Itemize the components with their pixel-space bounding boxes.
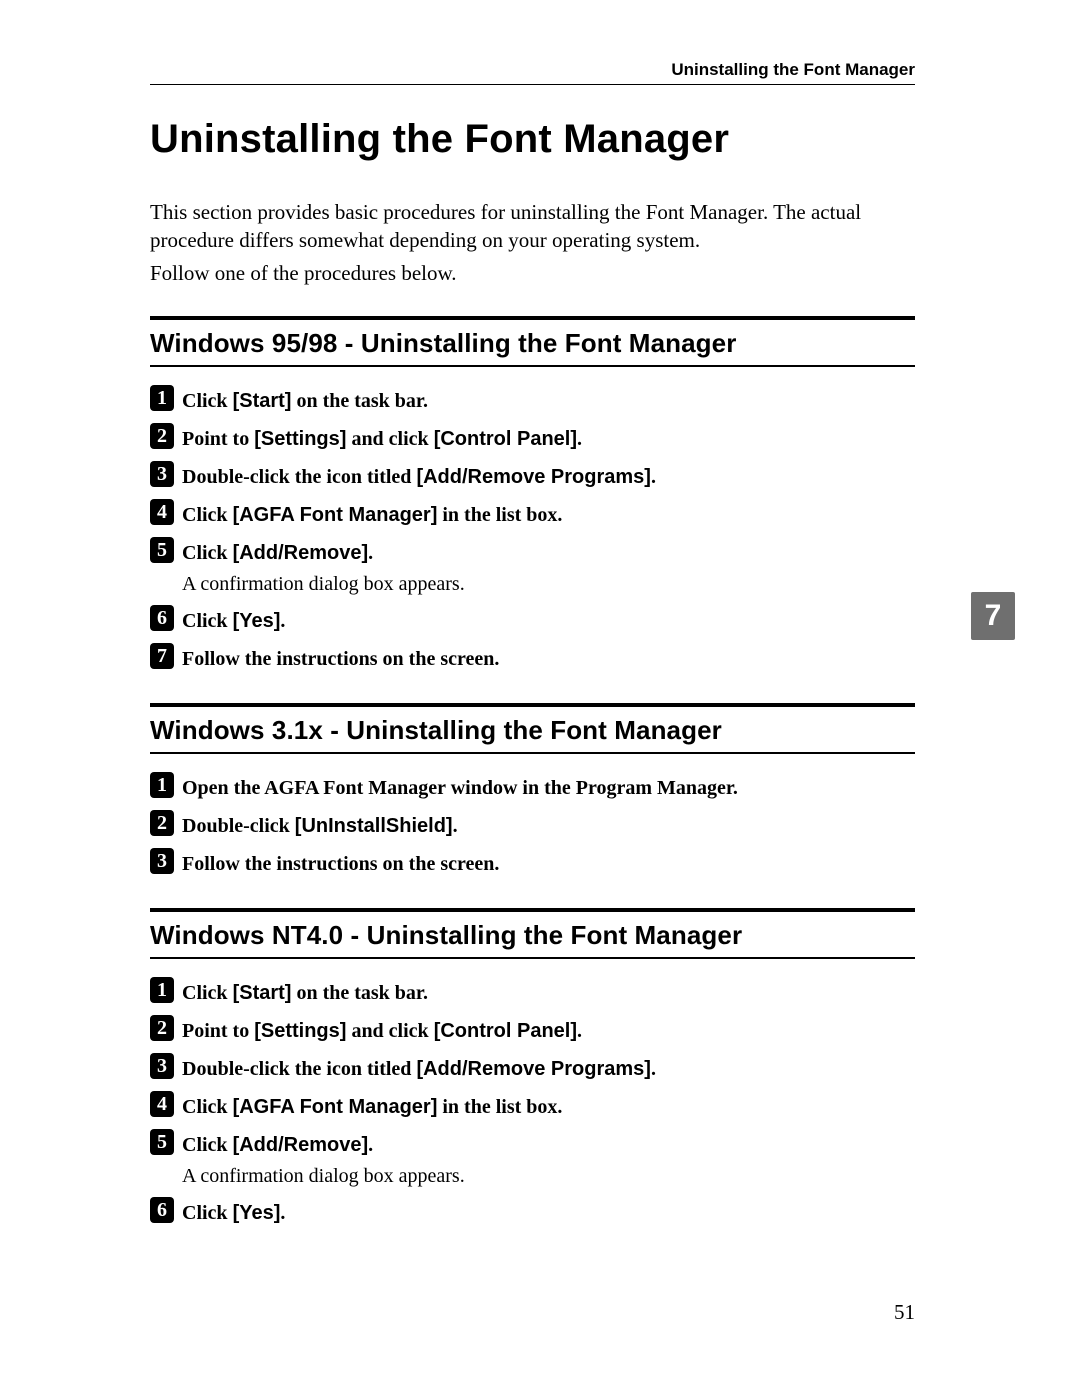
step-text: Click [Add/Remove]. — [182, 537, 373, 567]
follow-paragraph: Follow one of the procedures below. — [150, 261, 915, 286]
rule-bottom — [150, 365, 915, 367]
section-winnt40: Windows NT4.0 - Uninstalling the Font Ma… — [150, 908, 915, 1227]
step-4: 4 Click [AGFA Font Manager] in the list … — [150, 499, 915, 529]
page-number: 51 — [894, 1300, 915, 1325]
step-1: 1 Open the AGFA Font Manager window in t… — [150, 772, 915, 802]
step-text: Open the AGFA Font Manager window in the… — [182, 772, 738, 802]
step-badge-icon: 6 — [150, 1197, 174, 1223]
page-title: Uninstalling the Font Manager — [150, 117, 915, 162]
section-heading-win31x: Windows 3.1x - Uninstalling the Font Man… — [150, 715, 915, 746]
steps-win31x: 1 Open the AGFA Font Manager window in t… — [150, 772, 915, 878]
step-badge-icon: 6 — [150, 605, 174, 631]
step-badge-icon: 3 — [150, 848, 174, 874]
step-text: Click [Yes]. — [182, 1197, 285, 1227]
step-text: Double-click the icon titled [Add/Remove… — [182, 1053, 656, 1083]
step-badge-icon: 5 — [150, 537, 174, 563]
step-7: 7 Follow the instructions on the screen. — [150, 643, 915, 673]
step-2: 2 Point to [Settings] and click [Control… — [150, 423, 915, 453]
step-text: Click [Start] on the task bar. — [182, 977, 428, 1007]
rule-bottom — [150, 752, 915, 754]
running-head: Uninstalling the Font Manager — [150, 60, 915, 85]
step-text: Click [Add/Remove]. — [182, 1129, 373, 1159]
step-5: 5 Click [Add/Remove]. — [150, 1129, 915, 1159]
step-badge-icon: 1 — [150, 772, 174, 798]
section-heading-winnt40: Windows NT4.0 - Uninstalling the Font Ma… — [150, 920, 915, 951]
step-badge-icon: 3 — [150, 1053, 174, 1079]
step-badge-icon: 3 — [150, 461, 174, 487]
step-text: Point to [Settings] and click [Control P… — [182, 423, 582, 453]
step-6: 6 Click [Yes]. — [150, 1197, 915, 1227]
step-badge-icon: 2 — [150, 810, 174, 836]
step-3: 3 Double-click the icon titled [Add/Remo… — [150, 461, 915, 491]
step-text: Follow the instructions on the screen. — [182, 848, 499, 878]
intro-paragraph: This section provides basic procedures f… — [150, 198, 915, 255]
step-subtext: A confirmation dialog box appears. — [182, 571, 915, 597]
chapter-tab: 7 — [971, 592, 1015, 640]
step-text: Click [AGFA Font Manager] in the list bo… — [182, 499, 562, 529]
step-badge-icon: 4 — [150, 499, 174, 525]
step-text: Follow the instructions on the screen. — [182, 643, 499, 673]
step-badge-icon: 2 — [150, 423, 174, 449]
rule-top — [150, 316, 915, 320]
step-4: 4 Click [AGFA Font Manager] in the list … — [150, 1091, 915, 1121]
step-5: 5 Click [Add/Remove]. — [150, 537, 915, 567]
rule-bottom — [150, 957, 915, 959]
rule-top — [150, 703, 915, 707]
section-win31x: Windows 3.1x - Uninstalling the Font Man… — [150, 703, 915, 878]
steps-winnt40: 1 Click [Start] on the task bar. 2 Point… — [150, 977, 915, 1227]
step-text: Click [Yes]. — [182, 605, 285, 635]
rule-top — [150, 908, 915, 912]
step-badge-icon: 5 — [150, 1129, 174, 1155]
step-6: 6 Click [Yes]. — [150, 605, 915, 635]
step-text: Point to [Settings] and click [Control P… — [182, 1015, 582, 1045]
step-2: 2 Point to [Settings] and click [Control… — [150, 1015, 915, 1045]
step-subtext: A confirmation dialog box appears. — [182, 1163, 915, 1189]
step-3: 3 Follow the instructions on the screen. — [150, 848, 915, 878]
section-heading-win9598: Windows 95/98 - Uninstalling the Font Ma… — [150, 328, 915, 359]
step-1: 1 Click [Start] on the task bar. — [150, 977, 915, 1007]
step-text: Click [AGFA Font Manager] in the list bo… — [182, 1091, 562, 1121]
step-badge-icon: 2 — [150, 1015, 174, 1041]
step-1: 1 Click [Start] on the task bar. — [150, 385, 915, 415]
step-badge-icon: 1 — [150, 385, 174, 411]
section-win9598: Windows 95/98 - Uninstalling the Font Ma… — [150, 316, 915, 673]
step-badge-icon: 7 — [150, 643, 174, 669]
step-3: 3 Double-click the icon titled [Add/Remo… — [150, 1053, 915, 1083]
step-text: Click [Start] on the task bar. — [182, 385, 428, 415]
step-badge-icon: 1 — [150, 977, 174, 1003]
step-2: 2 Double-click [UnInstallShield]. — [150, 810, 915, 840]
page: Uninstalling the Font Manager Uninstalli… — [0, 0, 1080, 1397]
step-badge-icon: 4 — [150, 1091, 174, 1117]
step-text: Double-click [UnInstallShield]. — [182, 810, 458, 840]
step-text: Double-click the icon titled [Add/Remove… — [182, 461, 656, 491]
steps-win9598: 1 Click [Start] on the task bar. 2 Point… — [150, 385, 915, 673]
